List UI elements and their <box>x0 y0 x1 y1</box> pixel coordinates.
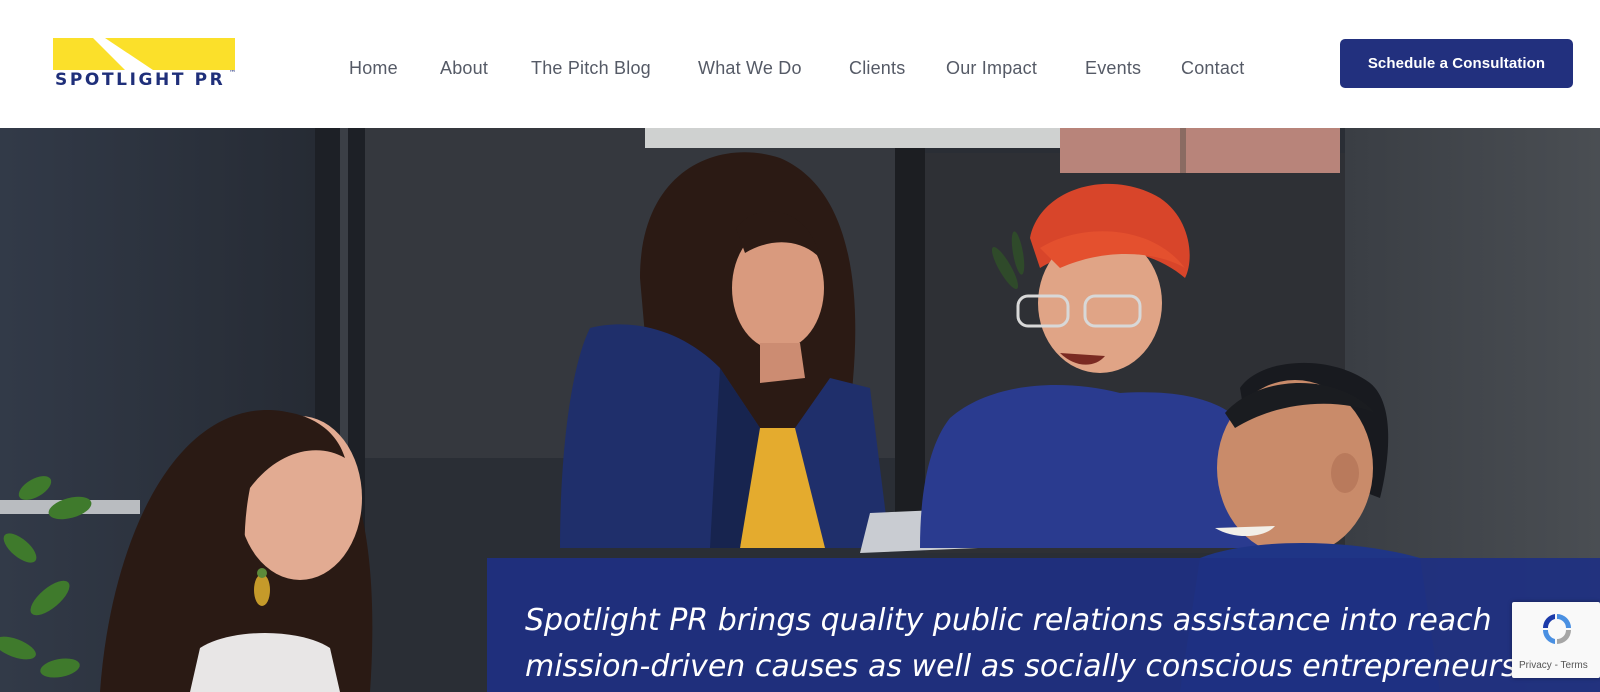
recaptcha-privacy-link[interactable]: Privacy <box>1519 660 1552 671</box>
nav-item-what-we-do[interactable]: What We Do <box>698 58 802 79</box>
recaptcha-icon <box>1542 614 1571 644</box>
recaptcha-terms-link[interactable]: Terms <box>1561 660 1588 671</box>
tagline-line-1: Spotlight PR brings quality public relat… <box>525 603 1492 638</box>
recaptcha-badge[interactable]: Privacy - Terms <box>1512 602 1600 678</box>
recaptcha-links: Privacy - Terms <box>1519 660 1588 671</box>
nav-item-events[interactable]: Events <box>1085 58 1141 79</box>
site-header: SPOTLIGHT PR ™ Home About The Pitch Blog… <box>0 0 1600 128</box>
hero-tagline: Spotlight PR brings quality public relat… <box>525 598 1600 690</box>
nav-item-our-impact[interactable]: Our Impact <box>946 58 1037 79</box>
nav-item-home[interactable]: Home <box>349 58 398 79</box>
recaptcha-separator: - <box>1551 660 1561 671</box>
logo-trademark: ™ <box>229 69 236 77</box>
nav-item-clients[interactable]: Clients <box>849 58 905 79</box>
schedule-consultation-button[interactable]: Schedule a Consultation <box>1340 39 1573 88</box>
nav-item-about[interactable]: About <box>440 58 488 79</box>
tagline-line-2: mission-driven causes as well as sociall… <box>525 649 1517 684</box>
spotlight-pr-logo[interactable]: SPOTLIGHT PR ™ <box>53 38 236 92</box>
nav-item-contact[interactable]: Contact <box>1181 58 1244 79</box>
logo-wordmark: SPOTLIGHT PR <box>55 70 226 90</box>
spotlight-beam-icon <box>53 38 235 70</box>
nav-item-the-pitch-blog[interactable]: The Pitch Blog <box>531 58 651 79</box>
hero-section: Spotlight PR brings quality public relat… <box>0 128 1600 692</box>
